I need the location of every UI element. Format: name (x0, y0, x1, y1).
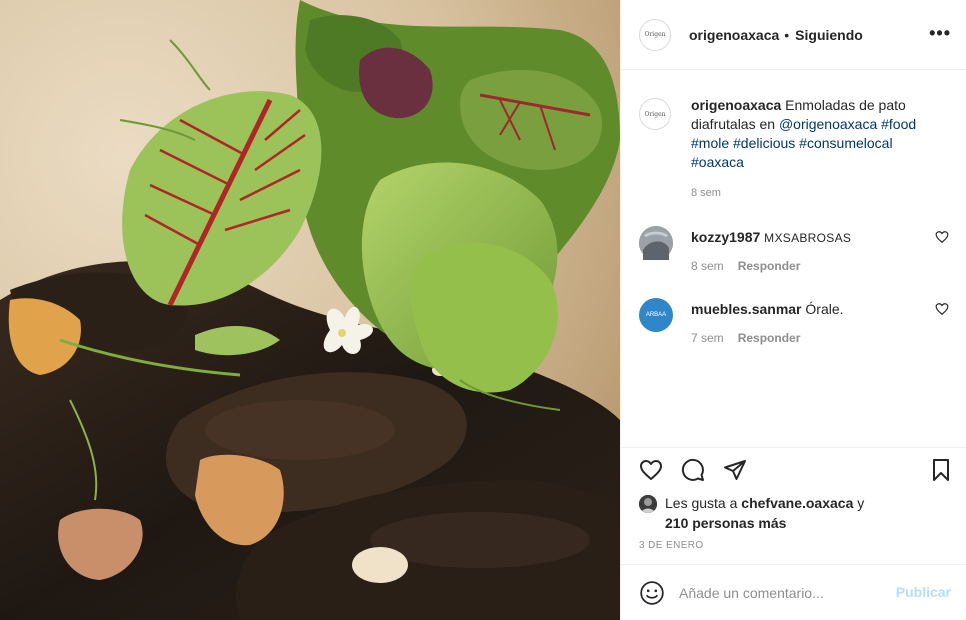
reply-button[interactable]: Responder (738, 259, 801, 273)
heart-icon[interactable] (639, 458, 663, 482)
bookmark-icon[interactable] (929, 458, 953, 482)
comment-text: Órale. (805, 301, 844, 317)
food-photo (0, 0, 620, 620)
caption-author-avatar[interactable]: Origen (639, 98, 671, 130)
follow-status-button[interactable]: Siguiendo (795, 27, 863, 43)
separator-dot: • (784, 26, 790, 43)
comment-time[interactable]: 7 sem (691, 331, 724, 345)
comment-body: muebles.sanmar Órale. (691, 300, 844, 318)
heart-icon[interactable] (935, 302, 949, 316)
add-comment-input[interactable] (679, 582, 879, 604)
comment-meta: 8 sem Responder (691, 259, 814, 273)
likes-count-link[interactable]: 210 personas más (665, 515, 786, 531)
liker-username[interactable]: chefvane.oaxaca (741, 495, 853, 511)
action-icons (639, 458, 765, 482)
likes-prefix: Les gusta a (665, 495, 742, 511)
author-avatar[interactable]: Origen (639, 18, 671, 51)
send-icon[interactable] (723, 458, 747, 482)
likes-middle: y (853, 495, 865, 511)
post-caption: Origen origenoaxaca Enmoladas de pato di… (639, 96, 959, 199)
comment-meta: 7 sem Responder (691, 331, 814, 345)
comment-username[interactable]: muebles.sanmar (691, 301, 802, 317)
caption-mention[interactable]: @origenoaxaca (779, 116, 877, 132)
commenter-avatar[interactable] (639, 226, 673, 260)
avatar-logo-text: Origen (644, 31, 666, 38)
post-image[interactable] (0, 0, 620, 620)
post-header: Origen origenoaxaca • Siguiendo ••• (621, 0, 966, 70)
comment-time[interactable]: 8 sem (691, 259, 724, 273)
author-username[interactable]: origenoaxaca (689, 27, 779, 43)
caption-username[interactable]: origenoaxaca (691, 97, 781, 113)
comment-text: MXSABROSAS (764, 231, 852, 245)
post-actions (621, 447, 966, 481)
caption-text: origenoaxaca Enmoladas de pato diafrutal… (691, 96, 941, 172)
post-side-panel: Origen origenoaxaca • Siguiendo ••• Orig… (620, 0, 966, 620)
commenter-avatar[interactable]: ARBAA (639, 298, 673, 332)
post-date[interactable]: 3 DE ENERO (639, 540, 704, 551)
comment-icon[interactable] (681, 458, 705, 482)
comment-username[interactable]: kozzy1987 (691, 229, 760, 245)
more-horizontal-icon[interactable]: ••• (929, 24, 951, 42)
avatar-logo-text: ARBAA (645, 312, 667, 318)
comment-body: kozzy1987 MXSABROSAS (691, 228, 851, 247)
likes-text: Les gusta a chefvane.oaxaca y 210 person… (665, 493, 965, 533)
reply-button[interactable]: Responder (738, 331, 801, 345)
publish-button[interactable]: Publicar (896, 584, 951, 600)
add-comment-bar: Publicar (621, 564, 966, 620)
caption-time[interactable]: 8 sem (691, 187, 721, 199)
liker-avatar[interactable] (639, 495, 657, 513)
avatar-logo-text: Origen (644, 110, 666, 118)
heart-icon[interactable] (935, 230, 949, 244)
emoji-icon[interactable] (639, 580, 665, 606)
